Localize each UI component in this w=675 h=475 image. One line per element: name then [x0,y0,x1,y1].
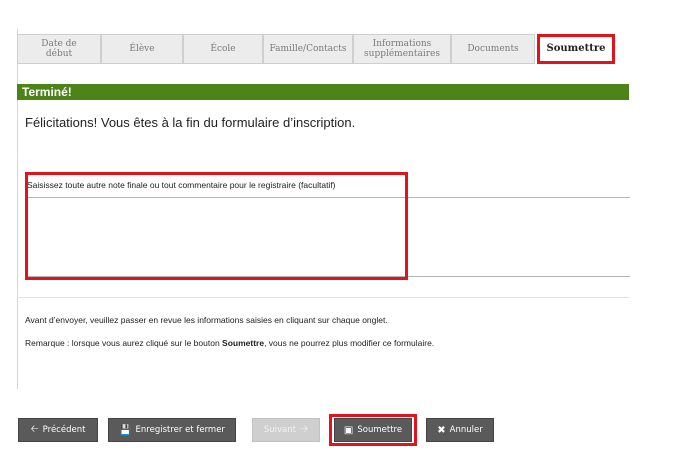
banner-title: Terminé! [22,85,72,99]
tab-documents[interactable]: Documents [451,34,535,64]
tab-label: École [210,44,236,54]
cancel-button[interactable]: ✖ Annuler [426,418,494,442]
remark-text: Remarque : lorsque vous aurez cliqué sur… [25,338,223,348]
close-icon: ✖ [437,424,446,436]
tab-label: Date de [41,39,77,49]
tab-ecole[interactable]: École [183,34,263,64]
note-highlight-box [25,172,408,280]
tab-label: supplémentaires [364,49,440,59]
submit-remark: Remarque : lorsque vous aurez cliqué sur… [25,338,434,348]
tab-informations-supplementaires[interactable]: Informations supplémentaires [353,34,451,64]
congratulations-text: Félicitations! Vous êtes à la fin du for… [25,115,356,130]
section-banner: Terminé! [17,84,629,100]
tab-label: Soumettre [546,43,606,54]
submit-highlight-box [329,414,417,446]
tab-soumettre[interactable]: Soumettre [537,34,615,64]
tab-label: Documents [467,44,519,54]
remark-text: , vous ne pourrez plus modifier ce formu… [264,338,435,348]
button-label: Enregistrer et fermer [135,425,225,435]
tab-bar: Date de début Élève École Famille/Contact… [17,34,629,66]
save-icon: 💾 [119,424,132,436]
save-close-button[interactable]: 💾 Enregistrer et fermer [108,418,236,442]
tab-eleve[interactable]: Élève [101,34,183,64]
button-label: Suivant [263,425,296,435]
button-label: Précédent [42,425,86,435]
review-instruction: Avant d’envoyer, veuillez passer en revu… [25,315,388,325]
next-button[interactable]: Suivant 🡢 [252,418,320,442]
divider [17,297,629,298]
arrow-right-icon: 🡢 [299,423,309,435]
remark-bold: Soumettre [222,338,265,348]
arrow-left-icon: 🡠 [30,423,39,435]
tab-date-de-debut[interactable]: Date de début [17,34,101,64]
button-label: Annuler [449,425,483,435]
tab-famille-contacts[interactable]: Famille/Contacts [263,34,353,64]
tab-label: Informations [372,39,432,49]
tab-label: début [45,49,73,59]
tab-label: Famille/Contacts [269,44,347,54]
previous-button[interactable]: 🡠 Précédent [18,418,98,442]
tab-label: Élève [129,44,155,54]
